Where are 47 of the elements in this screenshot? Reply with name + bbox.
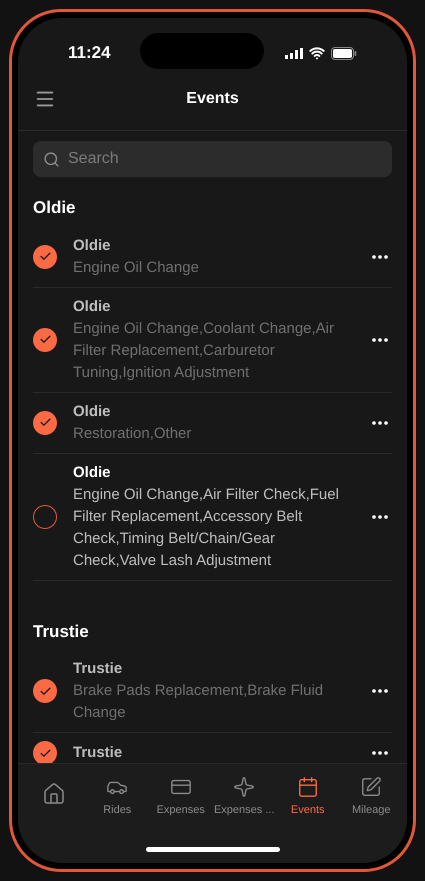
check-icon: [38, 684, 52, 698]
pencil-icon: [360, 776, 382, 798]
page-title: Events: [186, 89, 239, 109]
more-icon: [372, 751, 388, 755]
check-icon: [38, 333, 52, 346]
more-icon: [372, 420, 388, 424]
more-icon: [372, 514, 388, 518]
tab[interactable]: Expenses ...: [212, 776, 276, 818]
checkbox[interactable]: [33, 328, 57, 352]
battery-icon: [331, 46, 357, 60]
home-icon: [42, 782, 66, 806]
event-title: Oldie: [73, 236, 112, 256]
more-icon: [372, 338, 388, 342]
status-time: 11:24: [68, 42, 112, 64]
event-title: Oldie: [73, 296, 112, 316]
signal-icon: [285, 48, 303, 58]
event-description: Restoration,Other: [73, 424, 192, 444]
search-input[interactable]: Search: [68, 147, 382, 171]
calendar-icon: [296, 776, 319, 798]
event-description: Engine Oil Change,Coolant Change,Air Filter Replacement,Carburetor Tuning,Ignition Adjustment: [73, 318, 335, 382]
wifi-icon: [309, 45, 325, 61]
checkbox[interactable]: [33, 741, 57, 763]
checkbox[interactable]: [33, 679, 57, 703]
event-description: Engine Oil Change,Air Filter Check,Fuel Filter Replacement,Accessory Belt Check,Timing Belt/Chain/Gear Check,Valve Lash Adjustment: [73, 484, 340, 570]
event-description: Engine Oil Change: [73, 258, 200, 278]
group-heading: Oldie: [33, 197, 77, 219]
checkbox[interactable]: [33, 410, 57, 434]
check-icon: [38, 416, 52, 429]
checkbox[interactable]: [33, 504, 57, 528]
more-icon: [372, 689, 388, 693]
event-title: Trustie: [73, 743, 124, 763]
event-title: Oldie: [73, 462, 112, 482]
tab[interactable]: Mileage: [340, 776, 403, 818]
event-title: Trustie: [73, 659, 124, 679]
tab[interactable]: Expenses: [149, 776, 212, 818]
group-heading: Trustie: [33, 620, 90, 642]
tab[interactable]: Rides: [86, 776, 149, 818]
search-field[interactable]: Search: [33, 141, 392, 177]
search-icon: [43, 150, 60, 168]
event-description: Brake Pads Replacement,Brake Fluid Change: [73, 681, 324, 723]
sparkle-icon: [233, 776, 256, 798]
check-icon: [38, 250, 52, 263]
more-icon: [372, 254, 388, 258]
check-icon: [38, 746, 52, 760]
tab[interactable]: Events: [276, 776, 340, 818]
checkbox[interactable]: [33, 244, 57, 268]
event-title: Oldie: [73, 402, 112, 422]
